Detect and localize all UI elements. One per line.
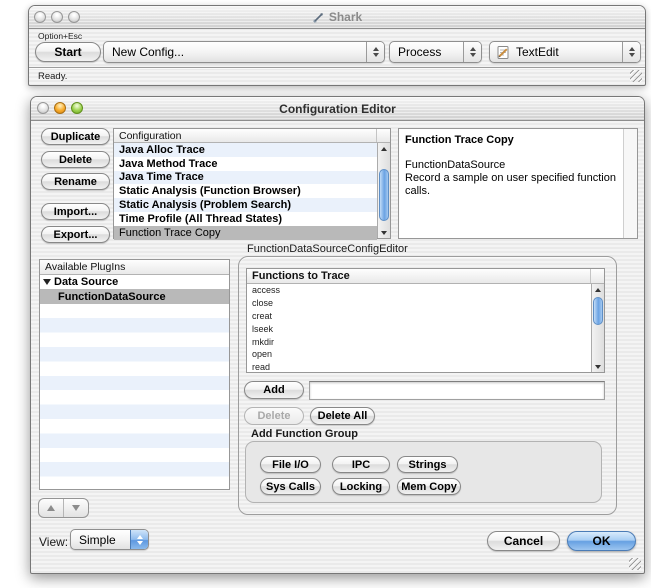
shark-title-text: Shark — [329, 10, 362, 24]
down-arrow-icon — [72, 505, 80, 511]
process-popup-value: Process — [390, 45, 463, 59]
view-popup[interactable]: Simple — [70, 529, 149, 550]
config-popup-value: New Config... — [104, 45, 366, 59]
target-app-value: TextEdit — [511, 45, 622, 59]
add-button[interactable]: Add — [244, 381, 304, 399]
functions-header-label: Functions to Trace — [252, 270, 350, 282]
functions-scrollbar[interactable] — [591, 284, 604, 372]
scroll-up-icon[interactable] — [592, 284, 604, 295]
popup-stepper-icon — [622, 42, 640, 62]
desktop: Shark Option+Esc Start New Config... Pro… — [0, 0, 651, 588]
view-popup-value: Simple — [71, 533, 130, 547]
configuration-header-label: Configuration — [119, 130, 181, 142]
target-app-popup[interactable]: TextEdit — [489, 41, 641, 63]
list-item[interactable]: Java Alloc Trace — [114, 143, 377, 157]
plugin-editor-label: FunctionDataSourceConfigEditor — [247, 243, 408, 255]
available-plugins-list: Available PlugIns Data Source FunctionDa… — [39, 259, 230, 490]
process-popup[interactable]: Process — [389, 41, 482, 63]
scrollbar-thumb[interactable] — [593, 297, 603, 325]
shark-statusbar: Ready. — [29, 67, 645, 85]
function-item[interactable]: close — [247, 297, 591, 310]
move-down-button[interactable] — [64, 499, 88, 517]
list-item[interactable]: Java Method Trace — [114, 157, 377, 171]
resize-handle[interactable] — [629, 558, 641, 570]
import-button[interactable]: Import... — [41, 203, 110, 220]
group-sys-calls-button[interactable]: Sys Calls — [260, 478, 321, 495]
configuration-editor-window: Configuration Editor Duplicate Delete Re… — [30, 96, 645, 574]
editor-window-title: Configuration Editor — [31, 97, 644, 120]
popup-stepper-icon — [463, 42, 481, 62]
feather-dart-icon — [312, 11, 325, 24]
group-ipc-button[interactable]: IPC — [332, 456, 390, 473]
config-description-panel: Function Trace Copy FunctionDataSource R… — [398, 128, 638, 239]
shark-window: Shark Option+Esc Start New Config... Pro… — [28, 5, 646, 86]
plugin-item-selected[interactable]: FunctionDataSource — [40, 289, 229, 303]
hotkey-label: Option+Esc — [38, 31, 82, 41]
resize-handle[interactable] — [630, 70, 642, 82]
description-scrollbar-track — [623, 129, 637, 238]
description-line2: Record a sample on user specified functi… — [405, 172, 617, 197]
list-item[interactable]: Static Analysis (Function Browser) — [114, 184, 377, 198]
move-up-button[interactable] — [39, 499, 64, 517]
function-item[interactable]: read — [247, 361, 591, 374]
configuration-list: Configuration Java Alloc Trace Java Meth… — [113, 128, 391, 239]
header-divider — [376, 129, 377, 142]
delete-button[interactable]: Delete — [41, 151, 110, 168]
plugin-group-row[interactable]: Data Source — [40, 275, 229, 289]
plugins-rows: Data Source FunctionDataSource — [40, 275, 229, 489]
functions-rows: access close creat lseek mkdir open read — [247, 284, 591, 372]
functions-list-header: Functions to Trace — [247, 269, 604, 284]
configuration-list-header: Configuration — [114, 129, 390, 143]
popup-stepper-icon — [366, 42, 384, 62]
up-arrow-icon — [47, 505, 55, 511]
function-item[interactable]: access — [247, 284, 591, 297]
delete-function-button[interactable]: Delete — [244, 407, 304, 425]
group-strings-button[interactable]: Strings — [397, 456, 458, 473]
description-line1: FunctionDataSource — [405, 159, 617, 172]
delete-all-button[interactable]: Delete All — [310, 407, 375, 425]
configuration-scrollbar[interactable] — [377, 143, 390, 238]
config-popup[interactable]: New Config... — [103, 41, 385, 63]
shark-titlebar[interactable]: Shark — [29, 6, 645, 29]
group-locking-button[interactable]: Locking — [332, 478, 390, 495]
add-function-input[interactable] — [309, 381, 605, 400]
function-item[interactable]: creat — [247, 310, 591, 323]
add-function-group-label: Add Function Group — [251, 428, 358, 440]
scroll-down-icon[interactable] — [592, 361, 604, 372]
list-item-selected[interactable]: Function Trace Copy — [114, 226, 377, 240]
group-mem-copy-button[interactable]: Mem Copy — [397, 478, 461, 495]
duplicate-button[interactable]: Duplicate — [41, 128, 110, 145]
editor-title-text: Configuration Editor — [279, 102, 396, 116]
shark-window-title: Shark — [29, 6, 645, 28]
textedit-icon — [496, 45, 511, 60]
list-item[interactable]: Time Profile (All Thread States) — [114, 212, 377, 226]
description-title: Function Trace Copy — [405, 134, 617, 146]
function-item[interactable]: open — [247, 348, 591, 361]
scroll-down-icon[interactable] — [378, 227, 390, 238]
export-button[interactable]: Export... — [41, 226, 110, 243]
plugins-header-label: Available PlugIns — [45, 261, 125, 273]
plugin-group-label: Data Source — [54, 276, 118, 288]
scrollbar-thumb[interactable] — [379, 169, 389, 221]
popup-stepper-icon — [130, 530, 148, 549]
header-divider — [590, 269, 591, 283]
view-label: View: — [39, 535, 68, 549]
scroll-up-icon[interactable] — [378, 143, 390, 154]
plugins-list-header: Available PlugIns — [40, 260, 229, 275]
cancel-button[interactable]: Cancel — [487, 531, 560, 551]
list-item[interactable]: Static Analysis (Problem Search) — [114, 198, 377, 212]
status-text: Ready. — [38, 71, 67, 82]
start-button[interactable]: Start — [35, 42, 101, 62]
reorder-segmented-control — [38, 498, 89, 518]
function-item[interactable]: mkdir — [247, 335, 591, 348]
ok-button[interactable]: OK — [567, 531, 636, 551]
functions-to-trace-list: Functions to Trace access close creat ls… — [246, 268, 605, 373]
configuration-rows: Java Alloc Trace Java Method Trace Java … — [114, 143, 377, 238]
group-file-io-button[interactable]: File I/O — [260, 456, 321, 473]
editor-titlebar[interactable]: Configuration Editor — [31, 97, 644, 121]
list-item[interactable]: Java Time Trace — [114, 171, 377, 185]
rename-button[interactable]: Rename — [41, 173, 110, 190]
function-item[interactable]: lseek — [247, 322, 591, 335]
disclosure-triangle-icon[interactable] — [43, 279, 51, 285]
